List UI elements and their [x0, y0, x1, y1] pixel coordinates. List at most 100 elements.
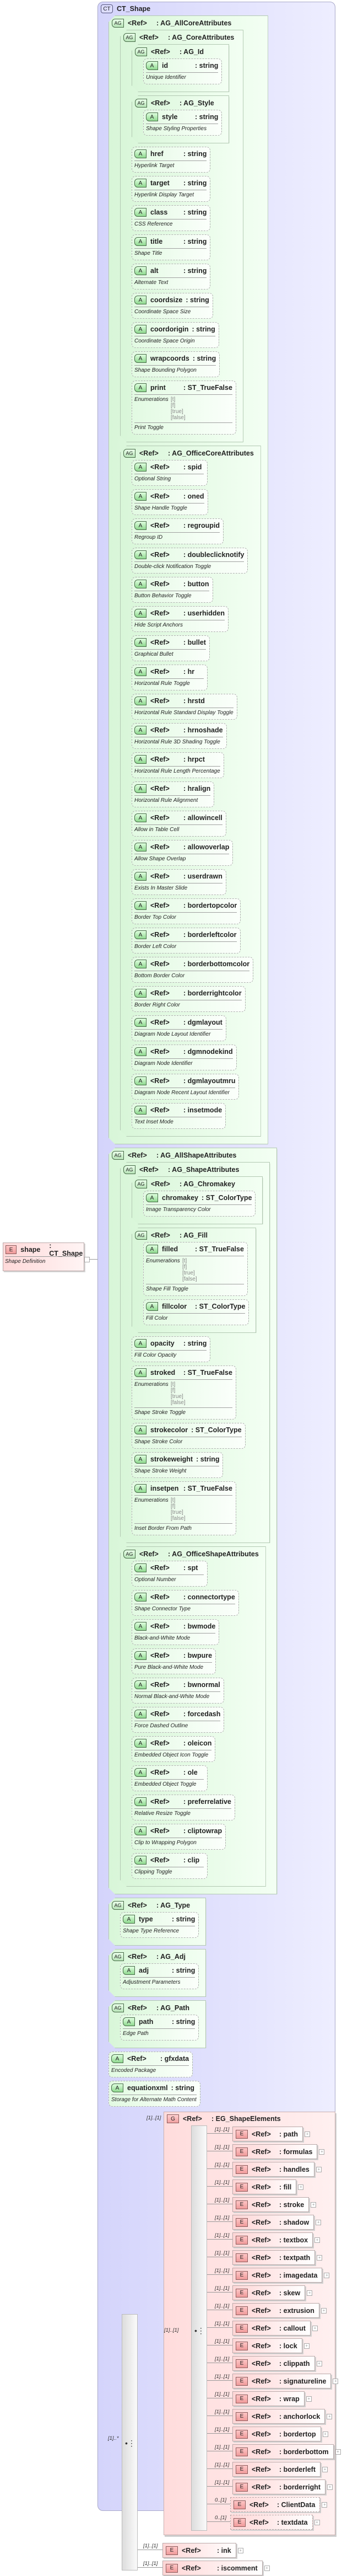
- attribute[interactable]: A <Ref> borderrightcolor Border Right Color: [132, 986, 246, 1012]
- expand-icon[interactable]: +: [316, 2220, 322, 2225]
- attribute-group[interactable]: AG <Ref> AG_Chromakey AchromakeyST_ColorTyp…: [132, 1176, 263, 1224]
- expand-icon[interactable]: +: [321, 2308, 327, 2313]
- attribute-group[interactable]: AG <Ref> AG_Fill Afilled ST_TrueFalse Enumera…: [132, 1228, 256, 1333]
- attribute[interactable]: A <Ref> borderleftcolor Border Left Color: [132, 928, 241, 954]
- expand-icon[interactable]: +: [316, 2167, 322, 2172]
- expand-icon[interactable]: +: [303, 2343, 310, 2349]
- expand-icon[interactable]: +: [264, 2566, 270, 2571]
- attribute[interactable]: A <Ref> bullet Graphical Bullet: [132, 635, 210, 661]
- attribute[interactable]: Aprint ST_TrueFalse Enumerations[t][f][tru…: [132, 381, 236, 435]
- attribute[interactable]: A <Ref> connectortype Shape Connector Type: [132, 1590, 239, 1616]
- expand-icon[interactable]: +: [314, 2237, 321, 2243]
- attribute[interactable]: A <Ref> allowoverlap Allow Shape Overlap: [132, 840, 233, 866]
- expand-icon[interactable]: +: [317, 2255, 323, 2261]
- attribute[interactable]: A <Ref> ole Embedded Object Toggle: [132, 1765, 208, 1791]
- collapse-toggle-icon[interactable]: [84, 1257, 90, 1262]
- expand-icon[interactable]: +: [305, 2132, 311, 2137]
- attribute[interactable]: A <Ref> doubleclicknotify Double-click Noti…: [132, 548, 248, 574]
- expand-icon[interactable]: +: [311, 2202, 317, 2208]
- attribute[interactable]: A <Ref> spid Optional String: [132, 460, 208, 486]
- attribute-group[interactable]: AG <Ref> AG_Id Aid string Unique Identifier: [132, 44, 229, 92]
- attribute[interactable]: A <Ref> dgmnodekind Diagram Node Identifier: [132, 1045, 237, 1070]
- expand-icon[interactable]: +: [237, 2548, 243, 2553]
- attribute-group[interactable]: AG <Ref> AG_AllCoreAttributes AG <Ref> AG_Cor…: [108, 15, 268, 1144]
- attribute[interactable]: A <Ref> userhidden Hide Script Anchors: [132, 606, 229, 632]
- element-signatureline[interactable]: E <Ref> signatureline +: [232, 2374, 339, 2388]
- element-clippath[interactable]: E <Ref> clippath +: [232, 2356, 322, 2371]
- attribute[interactable]: A <Ref> oleicon Embedded Object Icon Toggle: [132, 1736, 215, 1762]
- attribute-group[interactable]: AG <Ref> AG_OfficeShapeAttributes A <Ref> spt…: [120, 1546, 266, 1887]
- expand-icon[interactable]: +: [314, 2520, 320, 2525]
- expand-icon[interactable]: +: [322, 2467, 328, 2472]
- expand-icon[interactable]: +: [327, 2484, 333, 2490]
- attribute[interactable]: A <Ref> gfxdata Encoded Package: [108, 2052, 193, 2077]
- attribute[interactable]: A <Ref> forcedash Force Dashed Outline: [132, 1707, 224, 1733]
- element-fill[interactable]: E <Ref> fill +: [232, 2179, 304, 2194]
- attribute[interactable]: Atype string Shape Type Reference: [120, 1912, 199, 1938]
- attribute[interactable]: A <Ref> borderbottomcolor Bottom Border Col…: [132, 957, 253, 983]
- expand-icon[interactable]: +: [319, 2149, 325, 2155]
- attribute[interactable]: AcoordoriginstringCoordinate Space Origi…: [132, 322, 219, 348]
- attribute-group[interactable]: AG <Ref> AG_Type Atype string Shape Type Refe…: [108, 1898, 206, 1946]
- element-callout[interactable]: E <Ref> callout +: [232, 2321, 318, 2336]
- attribute[interactable]: AchromakeyST_ColorTypeImage Transparency…: [143, 1191, 256, 1217]
- attribute[interactable]: Atitle string Shape Title: [132, 234, 210, 260]
- element-group-box[interactable]: G <Ref> EG_ShapeElements •⋮ [1]..[1] [1]..[1]…: [164, 2112, 341, 2535]
- attribute[interactable]: AstrokeweightstringShape Stroke Weight: [132, 1452, 223, 1478]
- element-ink[interactable]: E <Ref> ink +: [162, 2543, 243, 2558]
- attribute[interactable]: A <Ref> dgmlayout Diagram Node Layout Ident…: [132, 1015, 226, 1041]
- attribute[interactable]: A <Ref> hrstd Horizontal Rule Standard Disp…: [132, 694, 237, 720]
- attribute[interactable]: A <Ref> hrnoshade Horizontal Rule 3D Shadin…: [132, 723, 227, 749]
- expand-icon[interactable]: +: [316, 2361, 322, 2366]
- expand-icon[interactable]: +: [322, 2432, 328, 2437]
- expand-icon[interactable]: +: [307, 2290, 313, 2296]
- attribute[interactable]: Afilled ST_TrueFalse Enumerations[t][f][tr…: [143, 1242, 248, 1296]
- element-shadow[interactable]: E <Ref> shadow +: [232, 2215, 322, 2230]
- attribute[interactable]: A <Ref> bwmode Black-and-White Mode: [132, 1619, 219, 1645]
- attribute[interactable]: A <Ref> clip Clipping Toggle: [132, 1853, 208, 1879]
- attribute[interactable]: A <Ref> spt Optional Number: [132, 1561, 208, 1587]
- attribute-group[interactable]: AG <Ref> AG_Path Apath string Edge Path: [108, 2000, 206, 2048]
- element-formulas[interactable]: E <Ref> formulas +: [232, 2144, 325, 2159]
- expand-icon[interactable]: +: [324, 2273, 330, 2278]
- attribute[interactable]: Atarget string Hyperlink Display Target: [132, 176, 210, 202]
- attribute[interactable]: AinsetpenST_TrueFalseEnumerations[t][f][…: [132, 1481, 236, 1535]
- attribute-group[interactable]: AG <Ref> AG_AllShapeAttributes AG <Ref> AG_Sh…: [108, 1148, 277, 1894]
- element-skew[interactable]: E <Ref> skew +: [232, 2285, 313, 2300]
- attribute[interactable]: A <Ref> cliptowrap Clip to Wrapping Polygon: [132, 1824, 226, 1850]
- element-bordertop[interactable]: E <Ref> bordertop +: [232, 2427, 328, 2441]
- element-lock[interactable]: E <Ref> lock +: [232, 2338, 310, 2353]
- attribute[interactable]: A <Ref> button Button Behavior Toggle: [132, 577, 213, 603]
- element-borderleft[interactable]: E <Ref> borderleft +: [232, 2462, 328, 2477]
- expand-icon[interactable]: +: [335, 2449, 341, 2455]
- attribute[interactable]: Aopacity string Fill Color Opacity: [132, 1336, 210, 1362]
- element-textbox[interactable]: E <Ref> textbox +: [232, 2232, 321, 2247]
- attribute[interactable]: A <Ref> hrpct Horizontal Rule Length Percen…: [132, 752, 224, 778]
- expand-icon[interactable]: +: [327, 2414, 333, 2419]
- element-textpath[interactable]: E <Ref> textpath +: [232, 2250, 323, 2265]
- element-clientdata[interactable]: E<Ref> ClientData +: [230, 2497, 328, 2512]
- attribute[interactable]: A <Ref> bordertopcolor Border Top Color: [132, 898, 241, 924]
- attribute[interactable]: A <Ref> bwnormal Normal Black-and-White Mod…: [132, 1678, 224, 1704]
- attribute[interactable]: A <Ref> bwpure Pure Black-and-White Mode: [132, 1648, 216, 1674]
- attribute[interactable]: Awrapcoords string Shape Bounding Polygon: [132, 351, 220, 377]
- attribute[interactable]: Apath string Edge Path: [120, 2015, 199, 2041]
- attribute[interactable]: Afillcolor ST_ColorType Fill Color: [143, 1299, 249, 1325]
- element-path[interactable]: E <Ref> path +: [232, 2127, 311, 2141]
- attribute[interactable]: A <Ref> insetmode Text Inset Mode: [132, 1103, 226, 1129]
- attribute[interactable]: A <Ref> hr Horizontal Rule Toggle: [132, 665, 208, 690]
- attribute[interactable]: Ahref string Hyperlink Target: [132, 147, 210, 173]
- attribute[interactable]: Aalt string Alternate Text: [132, 264, 210, 290]
- expand-icon[interactable]: +: [333, 2379, 339, 2384]
- attribute-group[interactable]: AG <Ref> AG_Style Astyle string Shape Styling…: [132, 95, 229, 143]
- element-iscomment[interactable]: E <Ref> iscomment +: [162, 2561, 270, 2575]
- attribute[interactable]: A <Ref> dgmlayoutmru Diagram Node Recent La…: [132, 1074, 239, 1100]
- element-extrusion[interactable]: E <Ref> extrusion +: [232, 2303, 327, 2318]
- element-handles[interactable]: E <Ref> handles +: [232, 2162, 322, 2177]
- attribute[interactable]: AequationxmlstringStorage for Alternate …: [108, 2081, 200, 2107]
- element-textdata[interactable]: E<Ref> textdata +: [230, 2515, 320, 2530]
- attribute[interactable]: Aid string Unique Identifier: [143, 58, 222, 84]
- attribute[interactable]: A <Ref> userdrawn Exists In Master Slide: [132, 869, 226, 895]
- attribute[interactable]: A <Ref> allowincell Allow in Table Cell: [132, 811, 226, 837]
- attribute[interactable]: Astroked ST_TrueFalse Enumerations[t][f][t…: [132, 1365, 236, 1420]
